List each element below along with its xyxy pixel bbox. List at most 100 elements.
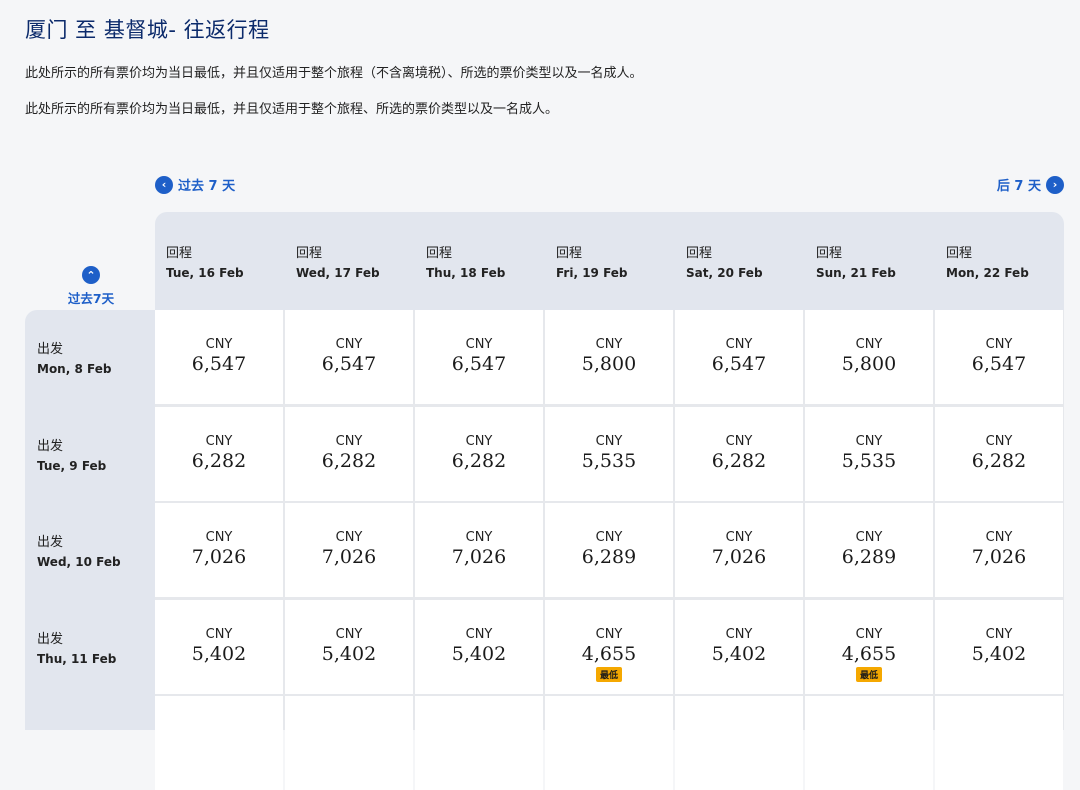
fare-currency: CNY xyxy=(985,434,1013,449)
fare-amount: 6,282 xyxy=(191,450,247,472)
fare-cell-partial xyxy=(285,696,413,790)
fare-currency: CNY xyxy=(595,337,623,352)
fare-cell[interactable]: CNY 4,655 最低 xyxy=(805,600,933,694)
fare-cell[interactable]: CNY 5,800 xyxy=(545,310,673,404)
fare-currency: CNY xyxy=(335,337,363,352)
return-date: Tue, 16 Feb xyxy=(166,266,244,280)
fare-amount: 5,402 xyxy=(321,643,377,665)
fare-currency: CNY xyxy=(465,530,493,545)
fare-amount: 6,282 xyxy=(451,450,507,472)
fare-cell[interactable]: CNY 5,402 xyxy=(285,600,413,694)
fare-currency: CNY xyxy=(855,337,883,352)
fare-currency: CNY xyxy=(595,627,623,642)
return-date-column-header: 回程 Mon, 22 Feb xyxy=(946,242,1029,280)
fare-amount: 6,289 xyxy=(841,546,897,568)
fare-currency: CNY xyxy=(725,530,753,545)
fare-currency: CNY xyxy=(855,530,883,545)
fare-amount: 5,402 xyxy=(971,643,1027,665)
return-label: 回程 xyxy=(426,246,453,261)
next-7-days-label: 后 7 天 xyxy=(996,179,1041,194)
fare-amount: 5,535 xyxy=(841,450,897,472)
fare-cell-partial xyxy=(675,696,803,790)
fare-cell[interactable]: CNY 5,402 xyxy=(935,600,1063,694)
fare-cell[interactable]: CNY 6,282 xyxy=(155,407,283,501)
fare-note-1: 此处所示的所有票价均为当日最低，并且仅适用于整个旅程（不含离境税）、所选的票价类… xyxy=(25,66,643,81)
return-date-column-header: 回程 Wed, 17 Feb xyxy=(296,242,380,280)
fare-cell[interactable]: CNY 7,026 xyxy=(415,503,543,597)
fare-amount: 4,655 xyxy=(841,643,897,665)
previous-7-days-label: 过去 7 天 xyxy=(178,179,236,194)
page-title: 厦门 至 基督城- 往返行程 xyxy=(25,18,270,42)
fare-amount: 4,655 xyxy=(581,643,637,665)
fare-amount: 5,402 xyxy=(191,643,247,665)
fare-currency: CNY xyxy=(985,627,1013,642)
fare-amount: 6,547 xyxy=(971,353,1027,375)
fare-cell[interactable]: CNY 6,547 xyxy=(675,310,803,404)
fare-currency: CNY xyxy=(725,337,753,352)
fare-amount: 7,026 xyxy=(971,546,1027,568)
return-label: 回程 xyxy=(816,246,843,261)
return-label: 回程 xyxy=(296,246,323,261)
fare-cell[interactable]: CNY 7,026 xyxy=(935,503,1063,597)
fare-cell[interactable]: CNY 6,289 xyxy=(805,503,933,597)
return-date: Sun, 21 Feb xyxy=(816,266,896,280)
fare-cell[interactable]: CNY 5,402 xyxy=(155,600,283,694)
fare-currency: CNY xyxy=(335,530,363,545)
departure-date: Wed, 10 Feb xyxy=(37,555,121,569)
fare-currency: CNY xyxy=(205,337,233,352)
return-date: Mon, 22 Feb xyxy=(946,266,1029,280)
fare-cell[interactable]: CNY 6,282 xyxy=(935,407,1063,501)
lowest-fare-badge: 最低 xyxy=(855,667,882,682)
fare-cell[interactable]: CNY 7,026 xyxy=(675,503,803,597)
return-date: Thu, 18 Feb xyxy=(426,266,506,280)
fare-currency: CNY xyxy=(855,627,883,642)
fare-cell[interactable]: CNY 5,535 xyxy=(545,407,673,501)
previous-7-days-vertical-label: 过去7天 xyxy=(67,291,115,306)
fare-amount: 6,547 xyxy=(321,353,377,375)
fare-cell-partial xyxy=(545,696,673,790)
fare-currency: CNY xyxy=(855,434,883,449)
departure-label: 出发 xyxy=(37,439,64,454)
fare-currency: CNY xyxy=(335,627,363,642)
return-label: 回程 xyxy=(686,246,713,261)
fare-cell[interactable]: CNY 5,800 xyxy=(805,310,933,404)
fare-cell[interactable]: CNY 6,547 xyxy=(415,310,543,404)
previous-7-days-link[interactable]: ‹ 过去 7 天 xyxy=(155,175,235,194)
departure-date: Tue, 9 Feb xyxy=(37,459,107,473)
fare-cell[interactable]: CNY 6,282 xyxy=(415,407,543,501)
fare-cell[interactable]: CNY 6,547 xyxy=(155,310,283,404)
fare-amount: 6,289 xyxy=(581,546,637,568)
fare-amount: 6,547 xyxy=(451,353,507,375)
departure-date-row-header: 出发 Tue, 9 Feb xyxy=(37,435,106,473)
fare-cell[interactable]: CNY 5,535 xyxy=(805,407,933,501)
departure-label: 出发 xyxy=(37,535,64,550)
fare-cell[interactable]: CNY 7,026 xyxy=(155,503,283,597)
fare-cell-partial xyxy=(415,696,543,790)
fare-cell[interactable]: CNY 6,547 xyxy=(285,310,413,404)
return-label: 回程 xyxy=(556,246,583,261)
previous-7-days-departure-button[interactable]: ⌃ 过去7天 xyxy=(66,266,116,307)
fare-cell[interactable]: CNY 6,282 xyxy=(285,407,413,501)
departure-date-row-header: 出发 Thu, 11 Feb xyxy=(37,628,116,666)
fare-cell[interactable]: CNY 7,026 xyxy=(285,503,413,597)
fare-cell[interactable]: CNY 5,402 xyxy=(415,600,543,694)
departure-date-row-header: 出发 Mon, 8 Feb xyxy=(37,338,111,376)
fare-grid: CNY 6,547 CNY 6,547 CNY 6,547 CNY 5,800 CNY 6,547… xyxy=(155,310,1064,790)
fare-amount: 6,282 xyxy=(711,450,767,472)
fare-currency: CNY xyxy=(205,434,233,449)
lowest-fare-badge: 最低 xyxy=(595,667,622,682)
fare-cell[interactable]: CNY 5,402 xyxy=(675,600,803,694)
fare-amount: 7,026 xyxy=(711,546,767,568)
fare-cell[interactable]: CNY 4,655 最低 xyxy=(545,600,673,694)
fare-cell[interactable]: CNY 6,282 xyxy=(675,407,803,501)
return-date-column-header: 回程 Thu, 18 Feb xyxy=(426,242,505,280)
departure-label: 出发 xyxy=(37,342,64,357)
fare-cell[interactable]: CNY 6,547 xyxy=(935,310,1063,404)
fare-currency: CNY xyxy=(725,627,753,642)
return-date-column-header: 回程 Sun, 21 Feb xyxy=(816,242,896,280)
return-label: 回程 xyxy=(166,246,193,261)
fare-cell[interactable]: CNY 6,289 xyxy=(545,503,673,597)
departure-label: 出发 xyxy=(37,632,64,647)
fare-amount: 6,547 xyxy=(711,353,767,375)
next-7-days-link[interactable]: 后 7 天 › xyxy=(997,175,1064,194)
